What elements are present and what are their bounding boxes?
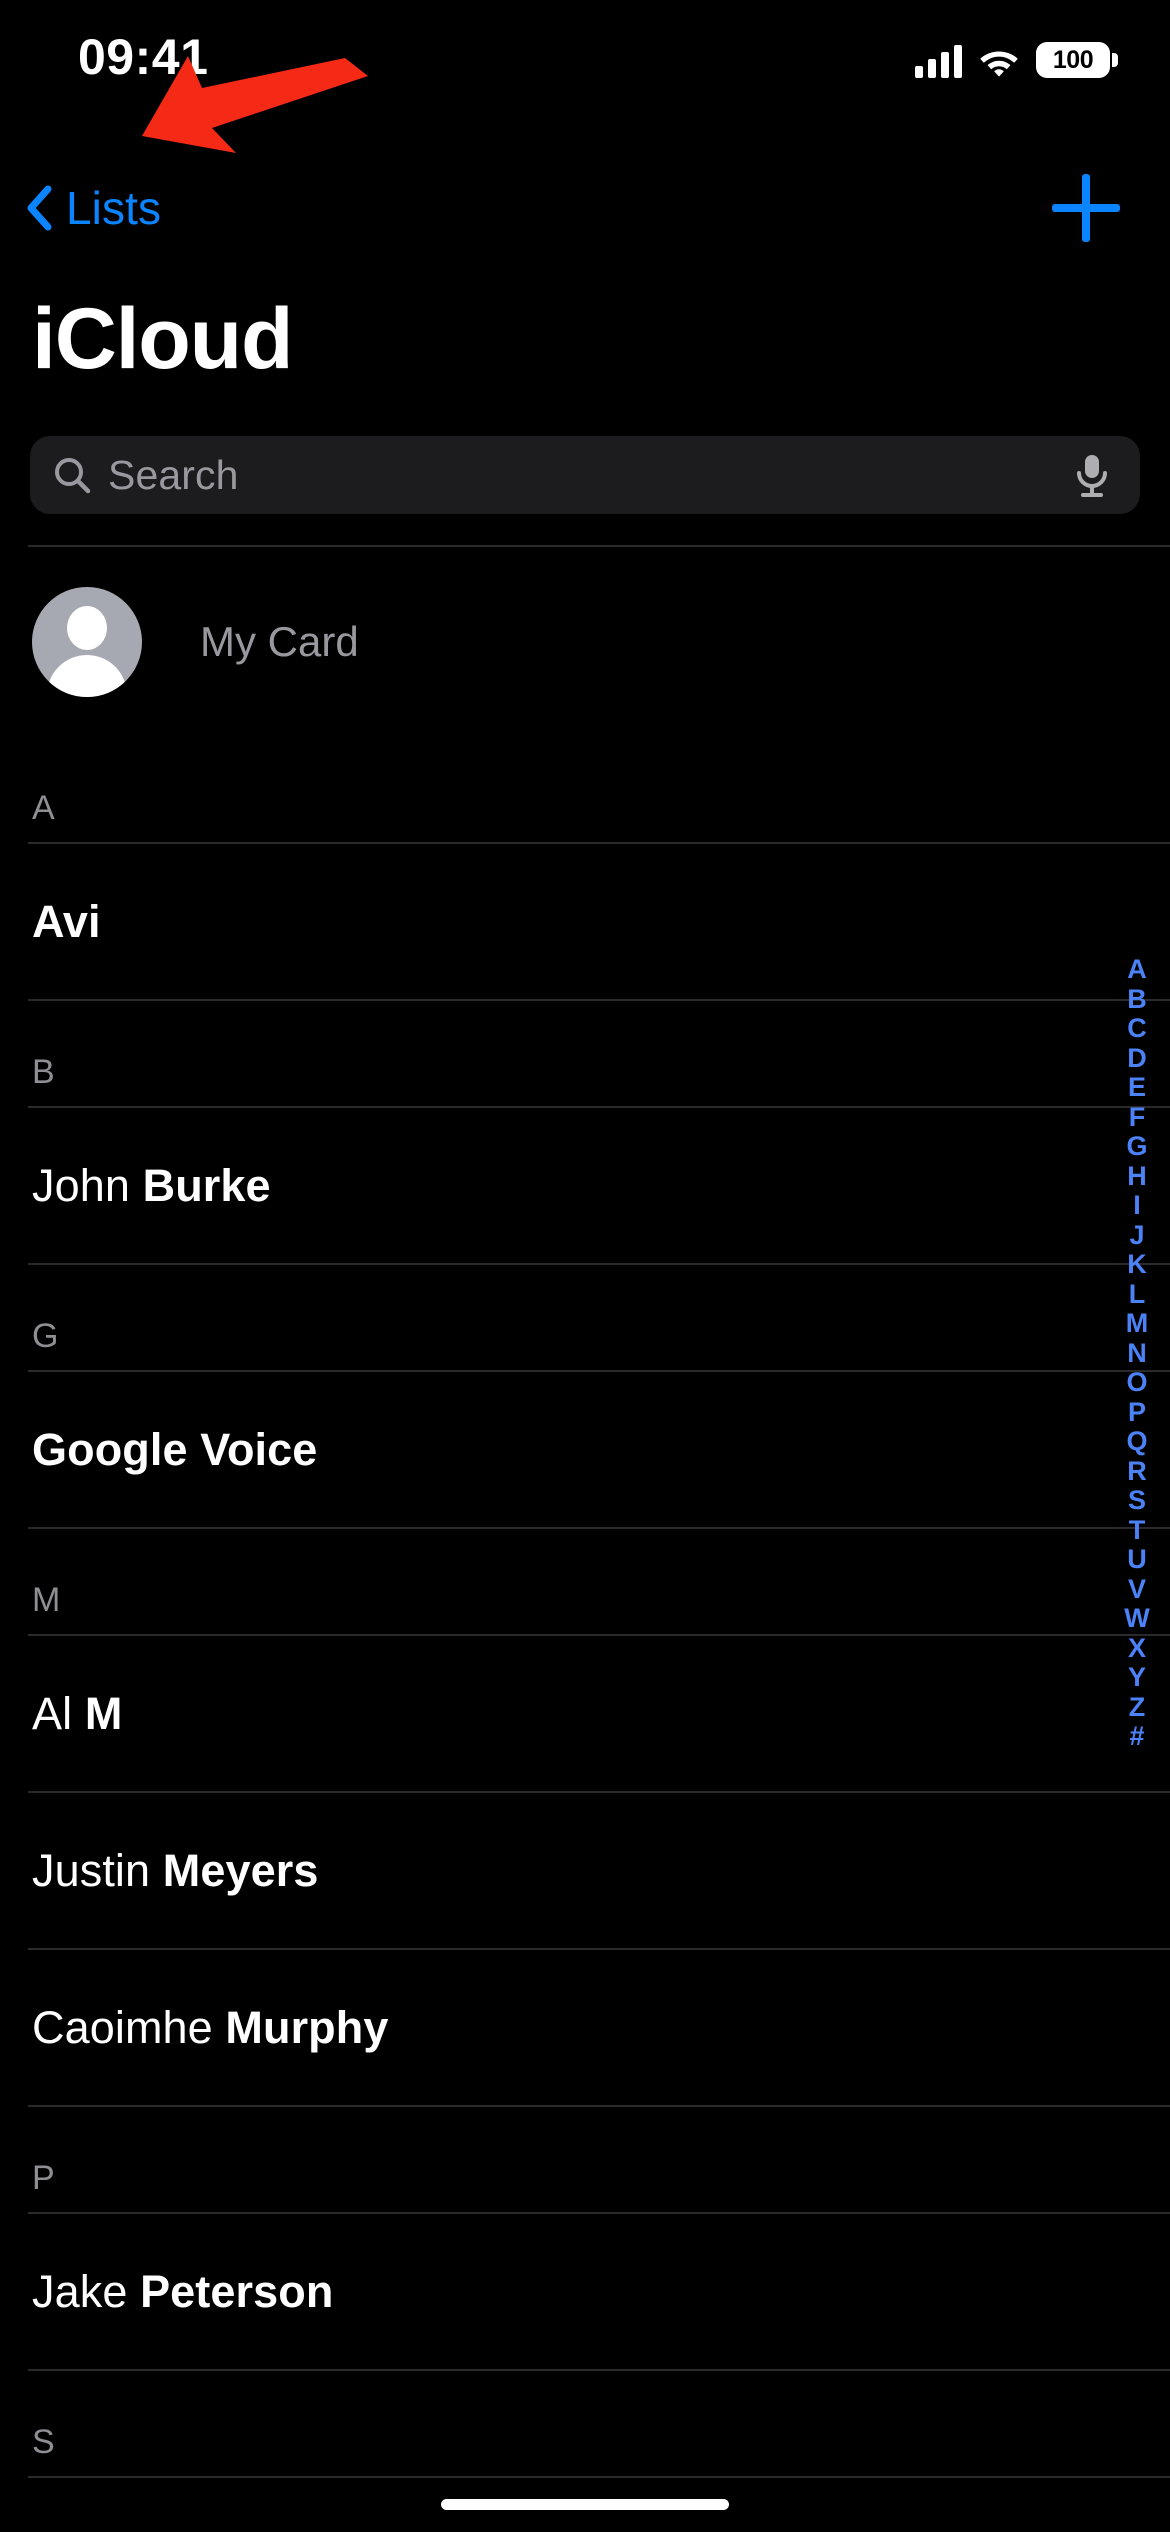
index-letter-m[interactable]: M xyxy=(1126,1308,1149,1339)
contact-row[interactable]: Caoimhe Murphy xyxy=(0,1950,1170,2105)
index-letter-w[interactable]: W xyxy=(1124,1603,1149,1634)
contact-first-name: Jake xyxy=(32,2265,141,2317)
contact-last-name: Murphy xyxy=(225,2001,389,2053)
contact-last-name: Peterson xyxy=(140,2265,334,2317)
section-header-a: A xyxy=(0,737,1170,842)
contact-first-name: John xyxy=(32,1159,143,1211)
contact-name: Google Voice xyxy=(32,1424,317,1476)
index-letter-o[interactable]: O xyxy=(1126,1367,1147,1398)
my-card-label: My Card xyxy=(200,618,359,665)
section-header-label: M xyxy=(32,1581,61,1619)
contacts-list: My Card A Avi B John Burke G Google Voice M Al … xyxy=(0,545,1170,2478)
contact-row[interactable]: Jake Peterson xyxy=(0,2214,1170,2369)
section-header-p: P xyxy=(0,2107,1170,2212)
index-letter-e[interactable]: E xyxy=(1128,1072,1146,1103)
search-placeholder: Search xyxy=(108,451,239,498)
contact-last-name: Burke xyxy=(142,1159,271,1211)
section-header-label: P xyxy=(32,2159,56,2197)
person-placeholder-avatar xyxy=(32,587,142,697)
index-letter-c[interactable]: C xyxy=(1127,1013,1147,1044)
index-letter-g[interactable]: G xyxy=(1126,1131,1147,1162)
contact-row[interactable]: Justin Meyers xyxy=(0,1793,1170,1948)
battery-indicator: 100 xyxy=(1036,42,1118,78)
index-letter-t[interactable]: T xyxy=(1129,1515,1146,1546)
index-letter-k[interactable]: K xyxy=(1127,1249,1147,1280)
contact-name: Al M xyxy=(32,1688,122,1740)
contact-name: Jake Peterson xyxy=(32,2266,333,2318)
page-title: iCloud xyxy=(32,291,293,387)
index-letter-z[interactable]: Z xyxy=(1129,1692,1146,1723)
status-bar-indicators: 100 xyxy=(915,36,1118,78)
section-header-s: S xyxy=(0,2371,1170,2476)
back-button-lists[interactable]: Lists xyxy=(26,160,161,255)
section-header-label: A xyxy=(32,789,56,827)
index-letter-v[interactable]: V xyxy=(1128,1574,1146,1605)
index-letter-l[interactable]: L xyxy=(1129,1279,1146,1310)
contact-row[interactable]: Avi xyxy=(0,844,1170,999)
navigation-bar: Lists xyxy=(0,160,1170,255)
microphone-icon[interactable] xyxy=(1074,453,1110,499)
contacts-screen: 09:41 100 Lists iCloud Search My Card A … xyxy=(0,0,1170,2532)
contact-first-name: Caoimhe xyxy=(32,2001,226,2053)
section-header-label: G xyxy=(32,1317,59,1355)
contact-first-name: Justin xyxy=(32,1844,163,1896)
contact-last-name: Avi xyxy=(32,895,101,947)
index-letter-y[interactable]: Y xyxy=(1128,1662,1146,1693)
index-letter-j[interactable]: J xyxy=(1129,1220,1144,1251)
section-header-b: B xyxy=(0,1001,1170,1106)
home-indicator xyxy=(441,2499,729,2510)
contact-name: John Burke xyxy=(32,1160,271,1212)
section-header-m: M xyxy=(0,1529,1170,1634)
index-letter-q[interactable]: Q xyxy=(1126,1426,1147,1457)
index-letter-f[interactable]: F xyxy=(1129,1102,1146,1133)
index-letter-x[interactable]: X xyxy=(1128,1633,1146,1664)
index-letter-b[interactable]: B xyxy=(1127,984,1147,1015)
index-letter-a[interactable]: A xyxy=(1127,954,1147,985)
index-letter-r[interactable]: R xyxy=(1127,1456,1147,1487)
wifi-icon xyxy=(978,46,1020,78)
search-icon xyxy=(52,455,92,495)
contact-row[interactable]: John Burke xyxy=(0,1108,1170,1263)
contact-last-name: Google Voice xyxy=(32,1423,318,1475)
contact-name: Avi xyxy=(32,896,101,948)
divider xyxy=(28,2476,1170,2478)
contact-name: Justin Meyers xyxy=(32,1845,318,1897)
index-letter-h[interactable]: H xyxy=(1127,1161,1147,1192)
index-letter-p[interactable]: P xyxy=(1128,1397,1146,1428)
index-letter-n[interactable]: N xyxy=(1127,1338,1147,1369)
contact-row[interactable]: Google Voice xyxy=(0,1372,1170,1527)
section-header-label: S xyxy=(32,2423,56,2461)
status-bar: 09:41 100 xyxy=(0,0,1170,112)
chevron-left-icon xyxy=(26,185,52,231)
section-header-label: B xyxy=(32,1053,56,1091)
my-card-row[interactable]: My Card xyxy=(0,547,1170,737)
section-header-g: G xyxy=(0,1265,1170,1370)
index-letter-u[interactable]: U xyxy=(1127,1544,1147,1575)
index-letter-s[interactable]: S xyxy=(1128,1485,1146,1516)
battery-percent-label: 100 xyxy=(1052,45,1094,74)
index-letter-hash[interactable]: # xyxy=(1129,1721,1144,1752)
back-button-label: Lists xyxy=(66,181,162,234)
alphabet-index-bar[interactable]: A B C D E F G H I J K L M N O P Q R S T U V W X Y Z # xyxy=(1114,954,1160,1752)
contact-last-name: Meyers xyxy=(162,1844,319,1896)
search-field[interactable]: Search xyxy=(30,436,1140,514)
add-contact-button[interactable] xyxy=(1048,170,1124,246)
index-letter-i[interactable]: I xyxy=(1133,1190,1141,1221)
contact-row[interactable]: Al M xyxy=(0,1636,1170,1791)
status-bar-time: 09:41 xyxy=(78,29,209,85)
index-letter-d[interactable]: D xyxy=(1127,1043,1147,1074)
contact-name: Caoimhe Murphy xyxy=(32,2002,388,2054)
cellular-bars-icon xyxy=(915,44,962,78)
contact-last-name: M xyxy=(84,1687,123,1739)
contact-first-name: Al xyxy=(32,1687,85,1739)
